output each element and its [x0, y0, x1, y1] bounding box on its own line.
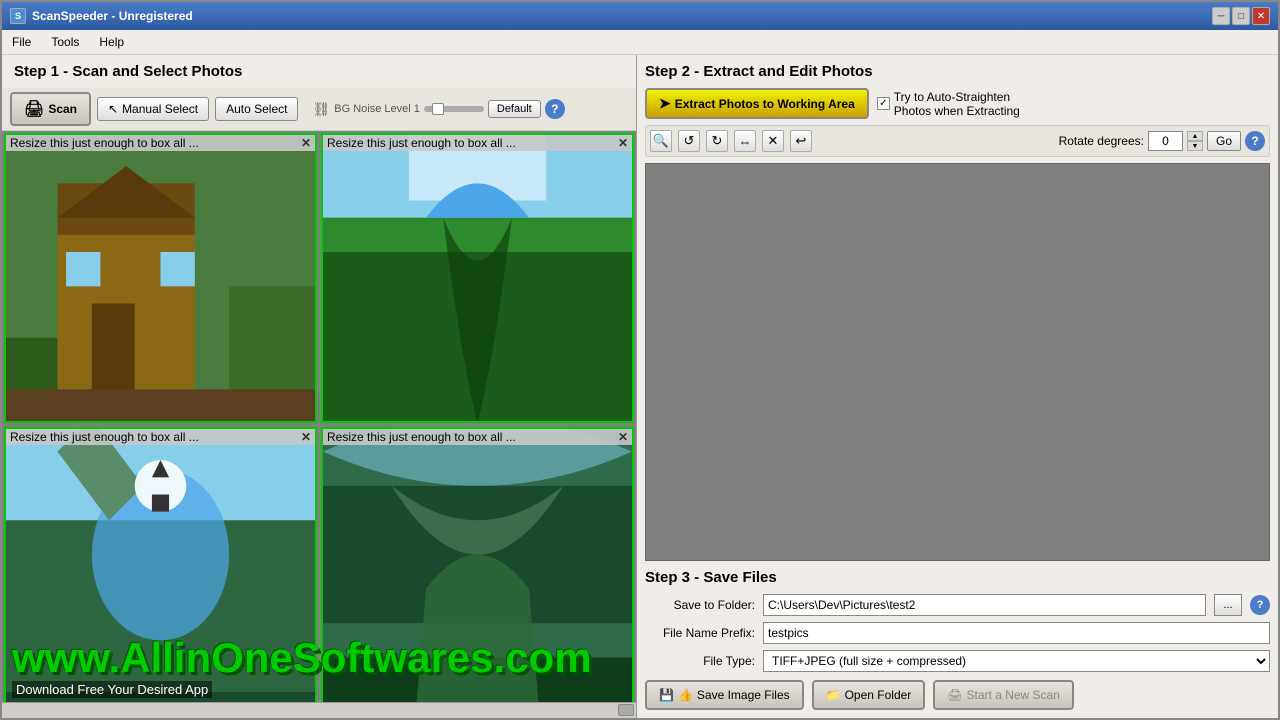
default-button[interactable]: Default [488, 100, 541, 118]
new-scan-icon: 🖨 [947, 688, 962, 702]
window-title: ScanSpeeder - Unregistered [32, 9, 193, 23]
edit-toolbar: 🔍 ↺ ↻ ⇔ ✕ ↩ Rotate degrees: ▲ ▼ Go ? [645, 125, 1270, 157]
close-button[interactable]: ✕ [1252, 7, 1270, 25]
open-folder-label: Open Folder [845, 688, 912, 702]
file-type-select[interactable]: TIFF+JPEG (full size + compressed) JPEG … [763, 650, 1270, 672]
rotate-go-button[interactable]: Go [1207, 131, 1241, 151]
photo-close-4[interactable]: ✕ [618, 430, 628, 444]
step2-header: Step 2 - Extract and Edit Photos [645, 63, 1270, 80]
save-folder-row: Save to Folder: ... ? [645, 594, 1270, 616]
menu-bar: File Tools Help [2, 30, 1278, 55]
scan-label: Scan [48, 102, 77, 116]
save-files-label: Save Image Files [697, 688, 790, 702]
menu-help[interactable]: Help [89, 32, 134, 52]
fb-icon: 👍 [678, 688, 693, 702]
rotate-spinner: ▲ ▼ [1187, 131, 1203, 151]
auto-select-button[interactable]: Auto Select [215, 97, 298, 121]
rotate-label: Rotate degrees: [1059, 134, 1144, 148]
slider-thumb [432, 103, 444, 115]
right-panel: Step 2 - Extract and Edit Photos ➤ Extra… [637, 55, 1278, 718]
link-icon: ⛓ [312, 101, 330, 118]
extract-button[interactable]: ➤ Extract Photos to Working Area [645, 88, 869, 119]
save-form: Save to Folder: ... ? File Name Prefix: … [645, 594, 1270, 672]
extract-toolbar: ➤ Extract Photos to Working Area ✓ Try t… [645, 88, 1270, 119]
working-area [645, 163, 1270, 561]
scroll-area [2, 702, 636, 718]
auto-straighten-section: ✓ Try to Auto-StraightenPhotos when Extr… [877, 90, 1020, 118]
spin-down-button[interactable]: ▼ [1187, 141, 1203, 151]
noise-help-button[interactable]: ? [545, 99, 565, 119]
title-bar: S ScanSpeeder - Unregistered ─ □ ✕ [2, 2, 1278, 30]
scan-area: Resize this just enough to box all ... ✕ [2, 131, 636, 718]
action-row: 💾 👍 Save Image Files 📁 Open Folder 🖨 Sta… [645, 680, 1270, 710]
flip-v-button[interactable]: ✕ [762, 130, 784, 152]
auto-straighten-label: Try to Auto-StraightenPhotos when Extrac… [894, 90, 1020, 118]
left-panel: Step 1 - Scan and Select Photos 🖨 Scan ↖… [2, 55, 637, 718]
auto-straighten-checkbox[interactable]: ✓ [877, 97, 890, 110]
rotate-section: Rotate degrees: ▲ ▼ Go ? [1059, 131, 1265, 151]
manual-select-button[interactable]: ↖ Manual Select [97, 97, 209, 121]
maximize-button[interactable]: □ [1232, 7, 1250, 25]
extract-label: Extract Photos to Working Area [675, 97, 855, 111]
noise-section: ⛓ BG Noise Level 1 Default ? [312, 99, 564, 119]
undo-button[interactable]: ↩ [790, 130, 812, 152]
file-prefix-input[interactable] [763, 622, 1270, 644]
browse-button[interactable]: ... [1214, 594, 1242, 616]
rotate-cw-button[interactable]: ↻ [706, 130, 728, 152]
step1-header: Step 1 - Scan and Select Photos [2, 55, 636, 88]
auto-select-label: Auto Select [226, 102, 287, 116]
watermark: www.AllinOneSoftwares.com Download Free … [12, 637, 636, 698]
photo-close-3[interactable]: ✕ [301, 430, 311, 444]
scroll-bar[interactable] [618, 704, 634, 716]
file-type-row: File Type: TIFF+JPEG (full size + compre… [645, 650, 1270, 672]
window-controls: ─ □ ✕ [1212, 7, 1270, 25]
watermark-subtitle: Download Free Your Desired App [12, 681, 212, 698]
photo-close-1[interactable]: ✕ [301, 136, 311, 150]
photo-label-1: Resize this just enough to box all ... ✕ [6, 135, 315, 151]
photo-container-1: Resize this just enough to box all ... ✕ [4, 133, 317, 423]
app-window: S ScanSpeeder - Unregistered ─ □ ✕ File … [0, 0, 1280, 720]
extract-icon: ➤ [659, 95, 671, 112]
photo-close-2[interactable]: ✕ [618, 136, 628, 150]
rotate-input[interactable] [1148, 131, 1183, 151]
watermark-text: www.AllinOneSoftwares.com [12, 637, 636, 679]
step3-header: Step 3 - Save Files [645, 569, 1270, 586]
manual-select-label: Manual Select [122, 102, 198, 116]
zoom-in-button[interactable]: 🔍 [650, 130, 672, 152]
app-icon: S [10, 8, 26, 24]
rotate-ccw-button[interactable]: ↺ [678, 130, 700, 152]
save-folder-label: Save to Folder: [645, 598, 755, 612]
cursor-icon: ↖ [108, 102, 118, 116]
file-type-label: File Type: [645, 654, 755, 668]
menu-file[interactable]: File [2, 32, 41, 52]
file-prefix-row: File Name Prefix: [645, 622, 1270, 644]
save-icon: 💾 [659, 688, 674, 702]
minimize-button[interactable]: ─ [1212, 7, 1230, 25]
open-folder-button[interactable]: 📁 Open Folder [812, 680, 926, 710]
folder-icon: 📁 [826, 688, 841, 702]
save-files-button[interactable]: 💾 👍 Save Image Files [645, 680, 804, 710]
file-prefix-label: File Name Prefix: [645, 626, 755, 640]
photo-container-2: Resize this just enough to box all ... ✕ [321, 133, 634, 423]
spin-up-button[interactable]: ▲ [1187, 131, 1203, 141]
folder-info-button[interactable]: ? [1250, 595, 1270, 615]
edit-help-button[interactable]: ? [1245, 131, 1265, 151]
new-scan-label: Start a New Scan [967, 688, 1060, 702]
noise-label: BG Noise Level 1 [334, 103, 420, 115]
photo-label-2: Resize this just enough to box all ... ✕ [323, 135, 632, 151]
scan-icon: 🖨 [24, 99, 44, 119]
photo-label-3: Resize this just enough to box all ... ✕ [6, 429, 315, 445]
flip-h-button[interactable]: ⇔ [734, 130, 756, 152]
noise-slider[interactable] [424, 106, 484, 112]
menu-tools[interactable]: Tools [41, 32, 89, 52]
photo-label-4: Resize this just enough to box all ... ✕ [323, 429, 632, 445]
main-content: Step 1 - Scan and Select Photos 🖨 Scan ↖… [2, 55, 1278, 718]
toolbar-row: 🖨 Scan ↖ Manual Select Auto Select ⛓ BG … [2, 88, 636, 131]
new-scan-button[interactable]: 🖨 Start a New Scan [933, 680, 1074, 710]
scan-button[interactable]: 🖨 Scan [10, 92, 91, 126]
save-folder-input[interactable] [763, 594, 1206, 616]
photos-grid: Resize this just enough to box all ... ✕ [2, 131, 636, 718]
